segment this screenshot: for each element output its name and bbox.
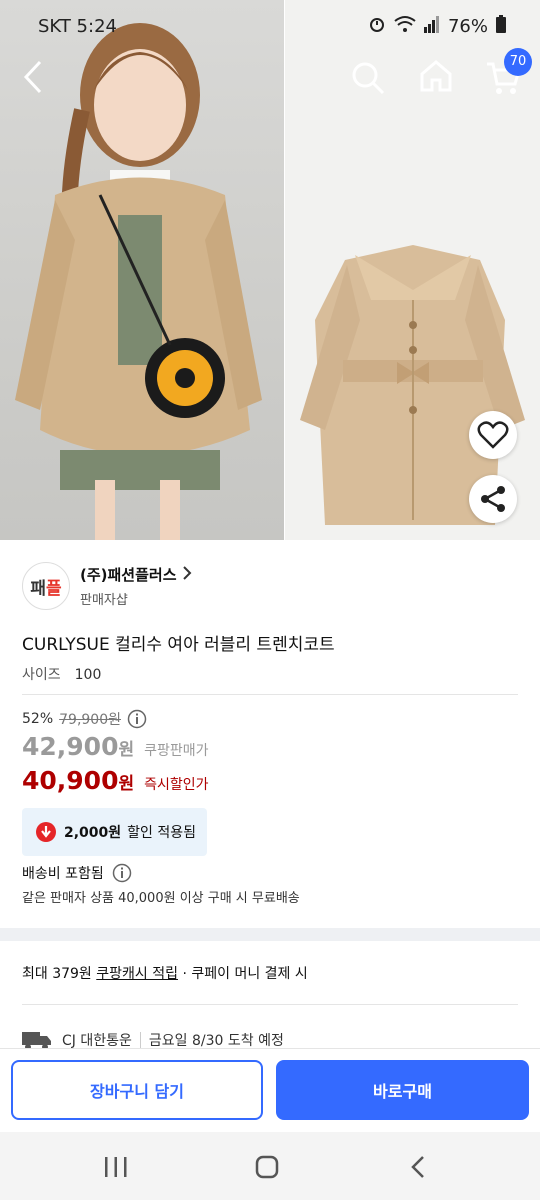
chevron-right-icon xyxy=(183,566,192,580)
seller-info[interactable]: 패플 (주)패션플러스 판매자샵 xyxy=(22,562,192,610)
info-icon[interactable] xyxy=(127,709,147,729)
bottom-action-bar: 장바구니 담기 바로구매 xyxy=(0,1048,540,1133)
cash-reward-row: 최대 379원 쿠팡캐시 적립 · 쿠페이 머니 결제 시 xyxy=(22,963,308,983)
battery-icon xyxy=(496,15,506,38)
status-bar: SKT 5:24 76% xyxy=(0,0,540,52)
product-title: CURLYSUE 컬리수 여아 러블리 트렌치코트 xyxy=(22,635,335,655)
battery-level: 76% xyxy=(447,16,488,37)
status-icons: 76% xyxy=(368,15,506,38)
delivery-separator xyxy=(139,1032,141,1048)
cash-reward-link[interactable]: 쿠팡캐시 적립 xyxy=(96,966,178,982)
search-icon xyxy=(352,62,385,95)
discount-rate: 52% xyxy=(22,711,54,727)
down-arrow-icon xyxy=(36,822,56,842)
seller-logo: 패플 xyxy=(22,562,70,610)
instant-price-label: 즉시할인가 xyxy=(144,777,209,793)
search-button[interactable] xyxy=(350,60,386,100)
home-button[interactable] xyxy=(418,58,454,98)
truck-icon xyxy=(22,1032,51,1050)
coupon-amount: 2,000원 xyxy=(64,825,122,841)
add-to-cart-button[interactable]: 장바구니 담기 xyxy=(11,1060,263,1120)
instant-price-amount: 40,900 xyxy=(22,766,119,795)
coupang-price: 42,900 원 쿠팡판매가 xyxy=(22,732,209,761)
seller-logo-char: 패 xyxy=(30,578,46,599)
cart-count-badge: 70 xyxy=(504,48,532,76)
alarm-icon xyxy=(368,15,386,38)
free-shipping-condition: 같은 판매자 상품 40,000원 이상 구매 시 무료배송 xyxy=(22,891,300,906)
back-nav-icon[interactable] xyxy=(410,1155,426,1179)
divider xyxy=(22,1004,518,1005)
divider xyxy=(22,694,518,695)
delivery-carrier: CJ 대한통운 xyxy=(62,1033,132,1049)
share-button[interactable] xyxy=(469,475,517,523)
status-time: SKT 5:24 xyxy=(38,16,117,37)
coupon-applied-box[interactable]: 2,000원 할인 적용됨 xyxy=(22,808,207,856)
back-button[interactable] xyxy=(20,60,46,98)
back-arrow-icon xyxy=(23,60,42,94)
seller-name[interactable]: (주)패션플러스 xyxy=(80,566,177,584)
option-value[interactable]: 100 xyxy=(75,667,102,683)
coupang-price-amount: 42,900 xyxy=(22,732,119,761)
buy-now-button[interactable]: 바로구매 xyxy=(276,1060,529,1120)
product-image-gallery[interactable] xyxy=(0,0,540,540)
cash-suffix: · 쿠페이 머니 결제 시 xyxy=(178,966,308,982)
heart-icon xyxy=(477,421,509,449)
signal-icon xyxy=(423,15,440,38)
delivery-row: CJ 대한통운 금요일 8/30 도착 예정 xyxy=(22,1030,284,1050)
delivery-eta: 금요일 8/30 도착 예정 xyxy=(148,1033,284,1049)
seller-shop-label: 판매자샵 xyxy=(80,593,128,608)
option-row[interactable]: 사이즈 100 xyxy=(22,664,101,684)
coupon-text: 할인 적용됨 xyxy=(127,825,197,841)
wishlist-button[interactable] xyxy=(469,411,517,459)
shipping-included-text: 배송비 포함됨 xyxy=(22,866,104,882)
option-label: 사이즈 xyxy=(22,667,61,683)
coupang-price-unit: 원 xyxy=(118,740,135,760)
share-icon xyxy=(481,486,505,512)
original-price: 79,900원 xyxy=(59,712,121,728)
shipping-included: 배송비 포함됨 xyxy=(22,863,132,883)
home-icon xyxy=(420,60,452,92)
cash-prefix: 최대 379원 xyxy=(22,966,92,982)
system-nav-bar xyxy=(0,1132,540,1200)
seller-name-row[interactable]: (주)패션플러스 xyxy=(80,564,192,585)
info-icon[interactable] xyxy=(112,863,132,883)
recent-apps-icon[interactable] xyxy=(104,1156,128,1178)
discount-row: 52% 79,900원 xyxy=(22,709,147,729)
instant-discount-price: 40,900 원 즉시할인가 xyxy=(22,766,209,795)
seller-logo-char: 플 xyxy=(46,578,62,599)
coupang-price-label: 쿠팡판매가 xyxy=(144,743,209,759)
seller-text: (주)패션플러스 판매자샵 xyxy=(80,564,192,608)
home-nav-icon[interactable] xyxy=(255,1155,279,1179)
wifi-icon xyxy=(394,15,416,38)
section-divider xyxy=(0,928,540,941)
instant-price-unit: 원 xyxy=(118,774,135,794)
